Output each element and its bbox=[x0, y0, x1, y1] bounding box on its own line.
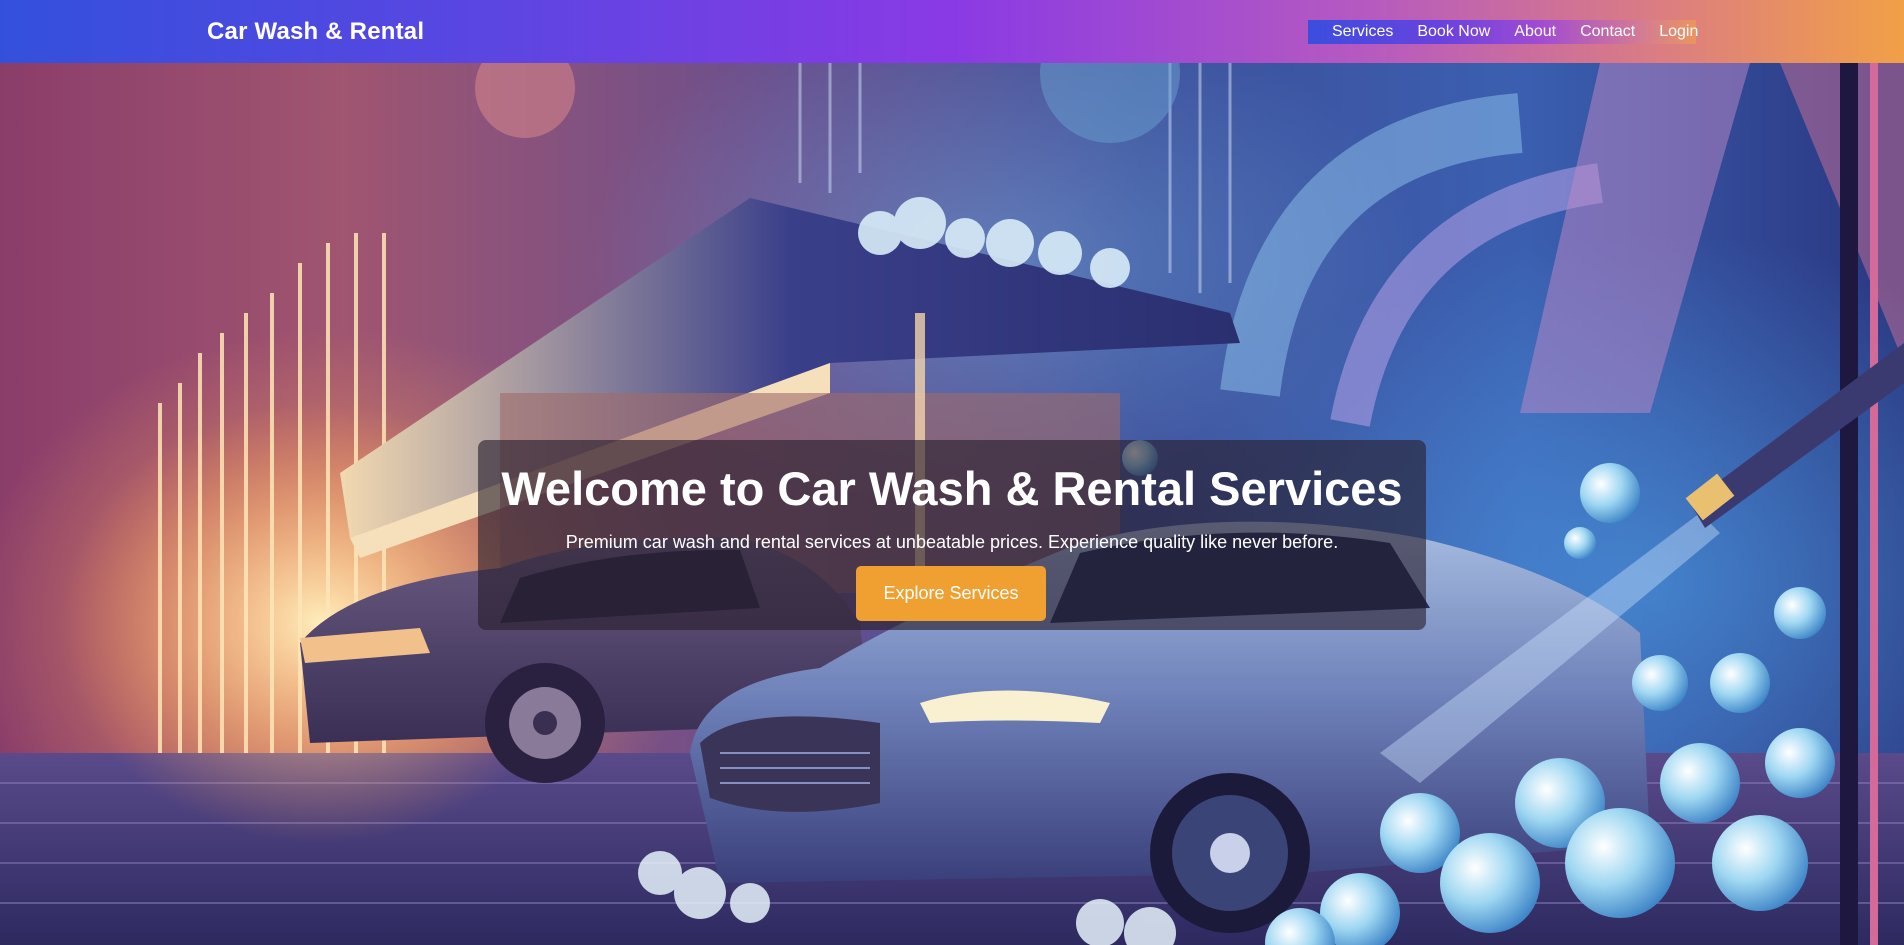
nav-link-book-now[interactable]: Book Now bbox=[1417, 23, 1490, 41]
nav-link-contact[interactable]: Contact bbox=[1580, 23, 1635, 41]
nav-link-services[interactable]: Services bbox=[1332, 23, 1393, 41]
nav-link-login[interactable]: Login bbox=[1659, 23, 1698, 41]
brand-logo-text[interactable]: Car Wash & Rental bbox=[207, 18, 424, 46]
hero-title: Welcome to Car Wash & Rental Services bbox=[501, 462, 1403, 515]
nav-link-about[interactable]: About bbox=[1514, 23, 1556, 41]
nav-links: Services Book Now About Contact Login bbox=[1308, 20, 1698, 44]
explore-services-button[interactable]: Explore Services bbox=[856, 566, 1046, 621]
hero-card: Welcome to Car Wash & Rental Services Pr… bbox=[478, 440, 1426, 630]
hero-section: Welcome to Car Wash & Rental Services Pr… bbox=[0, 63, 1904, 945]
navbar: Car Wash & Rental Services Book Now Abou… bbox=[0, 0, 1904, 63]
hero-subtitle: Premium car wash and rental services at … bbox=[565, 532, 1339, 552]
